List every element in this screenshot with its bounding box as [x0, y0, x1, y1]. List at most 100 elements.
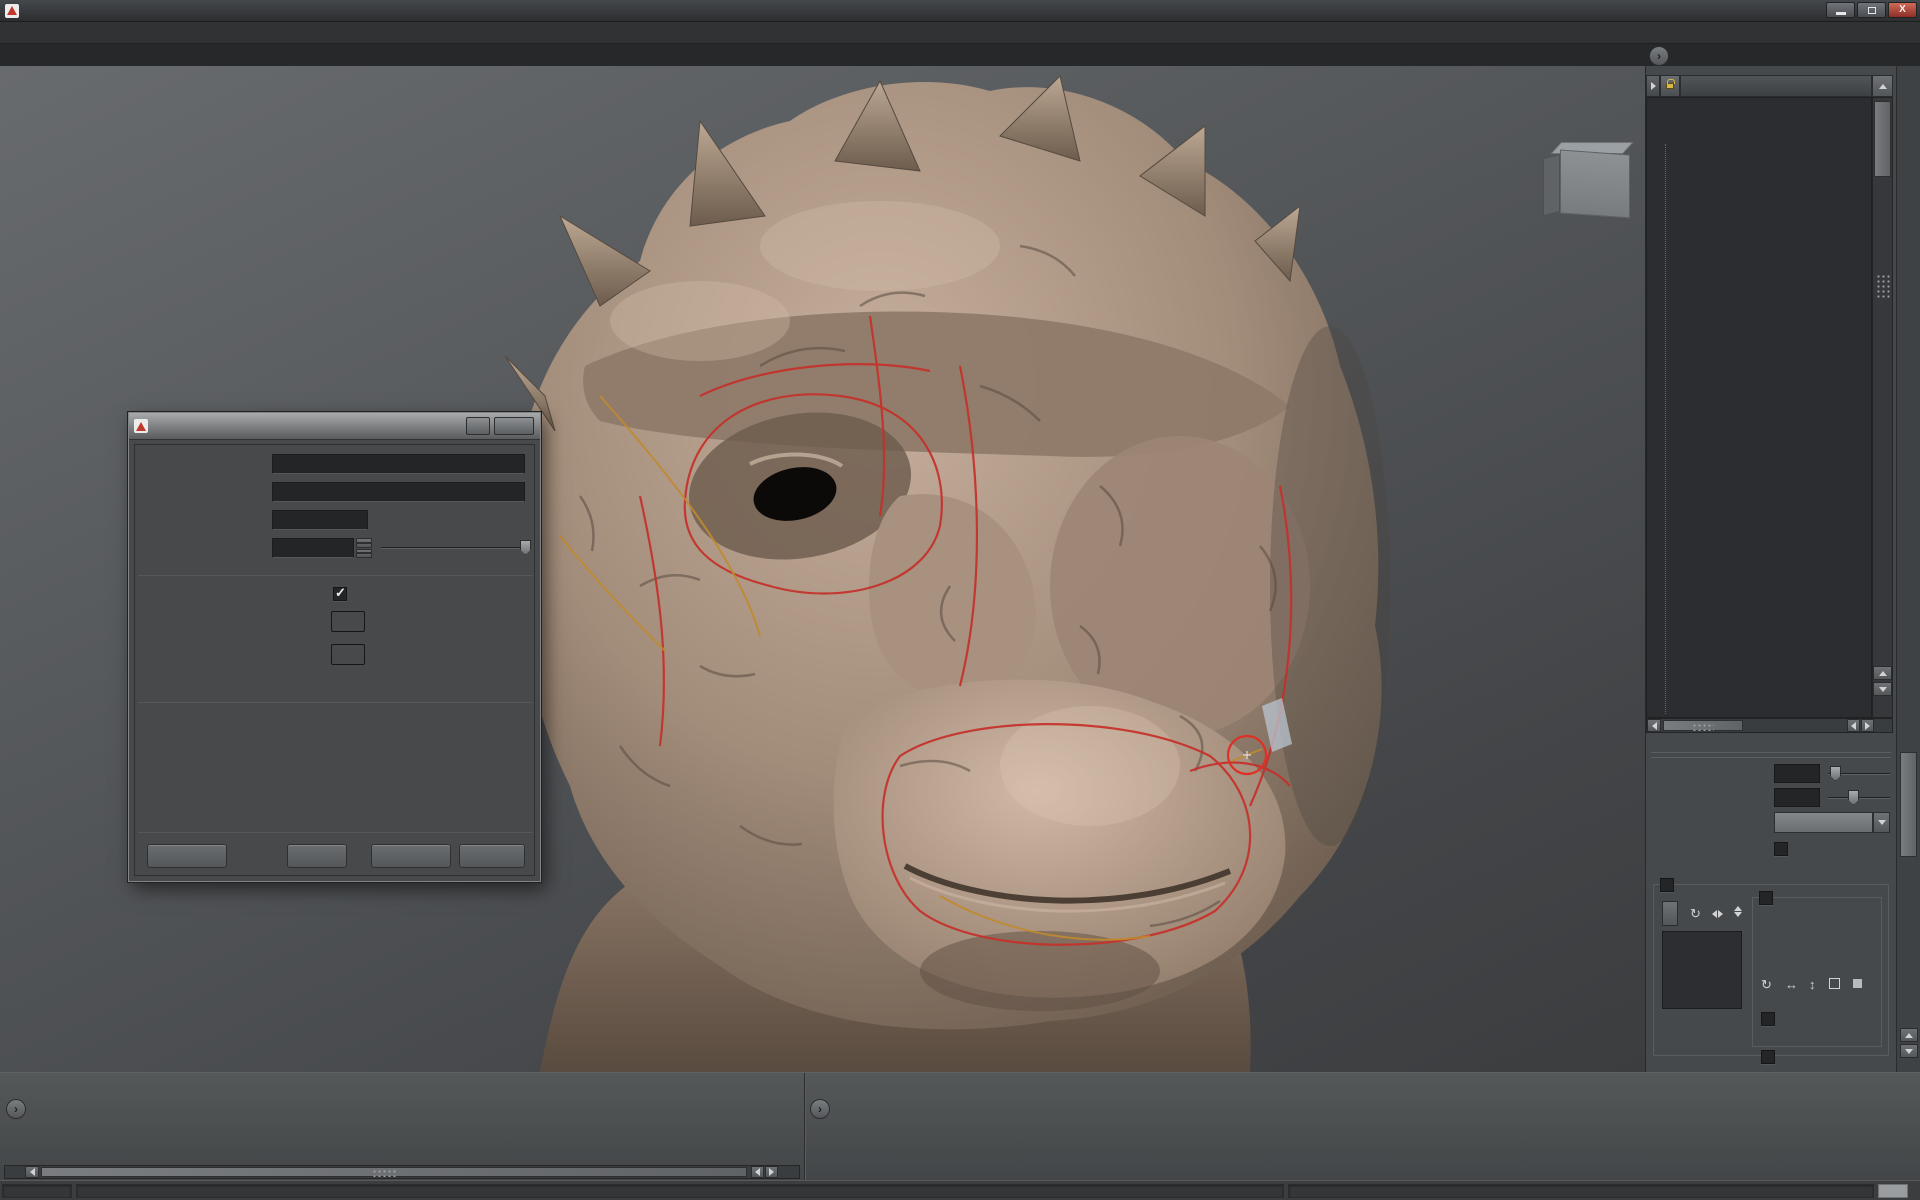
retopologize-button[interactable] — [371, 844, 451, 868]
restore-icon — [1868, 7, 1876, 14]
chevron-up-icon — [1879, 671, 1887, 676]
scrollbar-thumb[interactable] — [1874, 101, 1891, 177]
resize-grip[interactable] — [1878, 1184, 1908, 1198]
strength-slider[interactable] — [1828, 797, 1890, 799]
stamp-preview-box[interactable] — [1662, 931, 1742, 1009]
scroll-up-button[interactable] — [1900, 1028, 1918, 1042]
chevron-right-icon — [769, 1168, 774, 1176]
size-slider-handle[interactable] — [1830, 766, 1841, 781]
chevron-right-icon — [1651, 82, 1656, 90]
operation-name-input[interactable] — [272, 454, 525, 474]
name-column-header[interactable] — [1680, 75, 1872, 97]
use-stamp-image-checkbox[interactable] — [1660, 878, 1674, 892]
scroll-up-button[interactable] — [1873, 666, 1892, 680]
flip-horizontal-icon[interactable] — [1712, 910, 1723, 918]
dialog-close-button[interactable] — [494, 417, 534, 435]
face-uniformity-slider[interactable] — [381, 547, 531, 549]
strength-slider-handle[interactable] — [1848, 790, 1859, 805]
invert-function-checkbox[interactable] — [1774, 842, 1788, 856]
size-input[interactable] — [1774, 764, 1820, 783]
stamp-help-button[interactable] — [1662, 901, 1678, 926]
minimize-button[interactable] — [1826, 2, 1855, 18]
face-uniformity-input[interactable] — [272, 538, 354, 558]
panel-expander-button[interactable]: › — [1649, 46, 1669, 66]
horizontal-scrollbar[interactable] — [1646, 718, 1893, 733]
divider — [1651, 757, 1891, 758]
chevron-up-icon — [357, 542, 371, 544]
lock-button[interactable] — [1660, 75, 1680, 97]
window-controls: X — [1826, 2, 1917, 18]
close-button[interactable]: X — [1888, 2, 1917, 18]
rotate-icon[interactable]: ↻ — [1761, 978, 1772, 991]
restore-button[interactable] — [1857, 2, 1886, 18]
tool-scrollbar[interactable] — [4, 1165, 800, 1179]
menu-bar — [0, 22, 1920, 44]
scroll-left-button[interactable] — [1847, 719, 1860, 732]
thumb-grip — [372, 1169, 396, 1177]
header-collapse-button[interactable] — [1646, 75, 1660, 97]
scroll-up-button[interactable] — [1872, 75, 1893, 97]
scrollbar-thumb[interactable] — [41, 1167, 747, 1177]
chevron-left-icon — [1652, 722, 1657, 730]
scroll-left-button[interactable] — [751, 1166, 764, 1178]
scroll-left-button[interactable] — [1647, 719, 1661, 732]
strength-input[interactable] — [1774, 788, 1820, 807]
hard-constraint-color-swatch[interactable] — [331, 644, 365, 665]
delete-button[interactable] — [287, 844, 347, 868]
scroll-down-button[interactable] — [1900, 1044, 1918, 1058]
mudbox-logo-icon — [134, 419, 148, 433]
chevron-left-icon — [1851, 722, 1856, 730]
randomize-checkbox[interactable] — [1759, 891, 1773, 905]
scale-jitter-icon[interactable] — [1829, 978, 1840, 989]
chevron-down-icon — [357, 552, 371, 554]
soft-constraint-color-swatch[interactable] — [331, 611, 365, 632]
divider — [138, 575, 533, 576]
chevron-left-icon — [755, 1168, 760, 1176]
width-jitter-icon[interactable]: ↔ — [1785, 978, 1798, 991]
scroll-left-button[interactable] — [25, 1166, 39, 1178]
status-segment — [76, 1184, 1284, 1198]
mirror-dropdown-button[interactable] — [1873, 812, 1890, 833]
chevron-down-icon — [1905, 1049, 1913, 1054]
scroll-right-button[interactable] — [765, 1166, 778, 1178]
viewcube-left-face[interactable] — [1543, 154, 1560, 216]
scroll-down-button[interactable] — [1873, 682, 1892, 696]
vertical-flip-checkbox[interactable] — [1761, 1050, 1775, 1064]
falloff-presets — [836, 1095, 996, 1171]
target-face-count-input[interactable] — [272, 510, 368, 530]
close-dialog-button[interactable] — [459, 844, 525, 868]
mirror-dropdown[interactable] — [1774, 812, 1873, 833]
viewcube-front-face[interactable] — [1560, 150, 1630, 219]
flip-vertical-icon[interactable] — [1734, 906, 1742, 917]
chevron-up-icon — [1879, 84, 1887, 89]
dialog-title-bar[interactable] — [129, 413, 540, 440]
scrollbar-thumb[interactable] — [1663, 720, 1743, 731]
stepper-down-button[interactable] — [356, 549, 372, 559]
horizontal-flip-checkbox[interactable] — [1761, 1012, 1775, 1026]
properties-scrollbar-thumb[interactable] — [1900, 752, 1917, 857]
vertical-scrollbar[interactable] — [1872, 97, 1893, 718]
dialog-help-button[interactable] — [466, 417, 490, 435]
stepper-up-button[interactable] — [356, 538, 372, 548]
divider — [138, 702, 533, 703]
rotate-icon[interactable]: ↻ — [1690, 907, 1701, 920]
retopologize-dialog — [128, 412, 541, 882]
square-icon[interactable] — [1853, 979, 1862, 988]
status-text — [1288, 1184, 1874, 1198]
tree-guide-line — [1665, 144, 1666, 714]
output-mesh-name-input[interactable] — [272, 482, 525, 502]
use-stamp-image-group: ↻ ↻ ↔ ↕ — [1653, 884, 1889, 1056]
help-button[interactable] — [147, 844, 227, 868]
use-curves-checkbox[interactable] — [333, 587, 347, 601]
splitter-grip[interactable] — [1876, 274, 1890, 298]
height-jitter-icon[interactable]: ↕ — [1809, 978, 1816, 991]
tool-tray-expander[interactable]: › — [6, 1099, 26, 1119]
view-tabs — [0, 44, 1920, 66]
preset-tray-expander[interactable]: › — [810, 1099, 830, 1119]
scroll-right-button[interactable] — [1861, 719, 1874, 732]
chevron-right-icon — [1865, 722, 1870, 730]
scene-tree — [1646, 97, 1872, 718]
viewcube[interactable] — [1543, 140, 1639, 230]
side-tab-strip — [1896, 66, 1920, 1072]
sculpt-tools-list — [26, 1099, 804, 1161]
